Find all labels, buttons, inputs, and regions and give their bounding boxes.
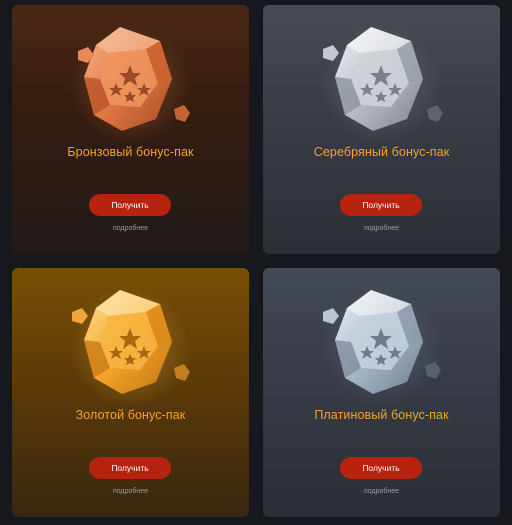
gold-gem-icon [12,268,249,408]
platinum-gem-icon [263,268,500,408]
pack-title: Платиновый бонус-пак [314,408,449,422]
platinum-pack-card: Платиновый бонус-пак Получить подробнее [263,268,500,517]
details-link[interactable]: подробнее [12,488,249,495]
bronze-gem-icon [12,5,249,145]
details-link[interactable]: подробнее [263,225,500,232]
pack-title: Золотой бонус-пак [75,408,186,422]
get-silver-button[interactable]: Получить [340,194,422,216]
gold-pack-card: Золотой бонус-пак Получить подробнее [12,268,249,517]
get-platinum-button[interactable]: Получить [340,457,422,479]
bronze-pack-card: Бронзовый бонус-пак Получить подробнее [12,5,249,254]
silver-gem-icon [263,5,500,145]
details-link[interactable]: подробнее [263,488,500,495]
details-link[interactable]: подробнее [12,225,249,232]
get-bronze-button[interactable]: Получить [89,194,171,216]
get-gold-button[interactable]: Получить [89,457,171,479]
pack-title: Бронзовый бонус-пак [67,145,194,159]
pack-title: Серебряный бонус-пак [313,145,450,159]
silver-pack-card: Серебряный бонус-пак Получить подробнее [263,5,500,254]
